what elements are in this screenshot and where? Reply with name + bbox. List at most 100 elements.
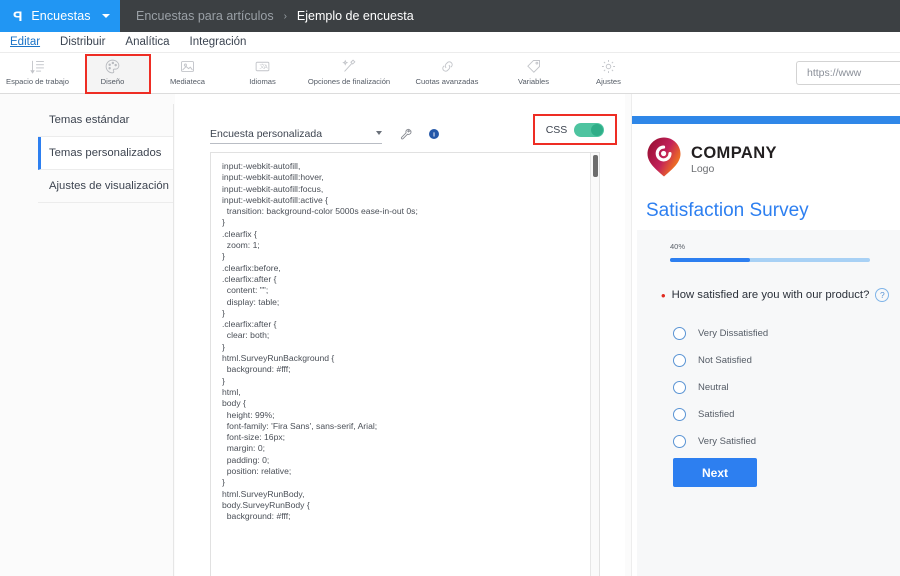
option-label: Not Satisfied bbox=[698, 355, 752, 366]
preview-logo: COMPANY Logo bbox=[646, 136, 777, 183]
chevron-down-icon[interactable] bbox=[101, 14, 110, 18]
menu-item-distribuir[interactable]: Distribuir bbox=[60, 36, 105, 48]
ribbon-label: Mediateca bbox=[169, 77, 206, 86]
image-library-icon bbox=[179, 57, 196, 75]
code-line: height: 99%; bbox=[222, 409, 275, 420]
wrench-icon[interactable] bbox=[400, 128, 413, 141]
radio-icon[interactable] bbox=[673, 408, 686, 421]
option-row[interactable]: Neutral bbox=[673, 374, 768, 401]
code-line: html.SurveyRunBody, bbox=[222, 488, 305, 499]
toggle-knob bbox=[591, 123, 604, 136]
menu-bar: Editar Distribuir Analítica Integración bbox=[0, 32, 900, 53]
code-line: input:-webkit-autofill:active { bbox=[222, 194, 329, 205]
magic-wand-icon bbox=[341, 57, 358, 75]
option-row[interactable]: Very Dissatisfied bbox=[673, 320, 768, 347]
option-label: Satisfied bbox=[698, 409, 735, 420]
main-content: Temas estándar Temas personalizados Ajus… bbox=[0, 94, 900, 576]
code-line: .clearfix:after { bbox=[222, 273, 277, 284]
ribbon-item-opciones-de-finalizacion[interactable]: Opciones de finalización bbox=[300, 53, 398, 86]
survey-title: Satisfaction Survey bbox=[646, 200, 809, 221]
code-line: } bbox=[222, 307, 225, 318]
code-scrollbar-thumb[interactable] bbox=[593, 155, 598, 177]
ribbon-label: Cuotas avanzadas bbox=[415, 77, 479, 86]
logo-subtitle: Logo bbox=[691, 163, 715, 175]
code-line: html, bbox=[222, 386, 241, 397]
code-line: body { bbox=[222, 398, 246, 409]
menu-item-editar[interactable]: Editar bbox=[10, 36, 40, 48]
option-row[interactable]: Not Satisfied bbox=[673, 347, 768, 374]
css-code-editor[interactable]: input:-webkit-autofill, input:-webkit-aut… bbox=[210, 152, 600, 576]
option-label: Very Dissatisfied bbox=[698, 328, 769, 339]
sidebar-item-label: Ajustes de visualización bbox=[49, 180, 169, 192]
help-circle-icon[interactable]: i bbox=[428, 128, 440, 140]
code-line: } bbox=[222, 477, 225, 488]
survey-preview-panel: COMPANY Logo Satisfaction Survey 40% • H… bbox=[631, 94, 900, 576]
chevron-down-icon bbox=[376, 130, 382, 135]
code-line: body.SurveyRunBody { bbox=[222, 499, 310, 510]
menu-item-integracion[interactable]: Integración bbox=[190, 36, 247, 48]
css-editor-panel: Encuesta personalizada i CSS input:-webk… bbox=[175, 94, 625, 576]
code-line: .clearfix { bbox=[222, 228, 257, 239]
option-label: Very Satisfied bbox=[698, 436, 757, 447]
theme-select-value: Encuesta personalizada bbox=[210, 127, 323, 140]
theme-select[interactable]: Encuesta personalizada bbox=[210, 124, 382, 144]
code-line: transition: background-color 5000s ease-… bbox=[222, 206, 418, 217]
ribbon-label: Idiomas bbox=[249, 77, 276, 86]
css-toggle-label: CSS bbox=[545, 123, 568, 136]
ribbon-toolbar: Espacio de trabajo Diseño Mediateca 文 A … bbox=[0, 53, 900, 94]
option-label: Neutral bbox=[698, 382, 729, 393]
code-line: padding: 0; bbox=[222, 454, 270, 465]
question-help-icon[interactable]: ? bbox=[875, 288, 890, 302]
option-row[interactable]: Satisfied bbox=[673, 401, 768, 428]
code-line: margin: 0; bbox=[222, 443, 265, 454]
radio-icon[interactable] bbox=[673, 354, 686, 367]
ribbon-item-mediateca[interactable]: Mediateca bbox=[150, 53, 225, 86]
preview-accent-bar bbox=[632, 116, 900, 124]
code-line: font-size: 16px; bbox=[222, 432, 286, 443]
ribbon-item-idiomas[interactable]: 文 A Idiomas bbox=[225, 53, 300, 86]
code-line: input:-webkit-autofill:focus, bbox=[222, 183, 324, 194]
top-bar: P Encuestas Encuestas para artículos › E… bbox=[0, 0, 900, 32]
progress-label: 40% bbox=[670, 242, 686, 251]
ribbon-label: Ajustes bbox=[596, 77, 621, 86]
sidebar-item-temas-personalizados[interactable]: Temas personalizados bbox=[38, 137, 173, 170]
breadcrumb-separator-icon: › bbox=[283, 10, 287, 22]
next-button[interactable]: Next bbox=[673, 458, 757, 487]
ribbon-item-cuotas-avanzadas[interactable]: Cuotas avanzadas bbox=[398, 53, 496, 86]
ribbon-label: Diseño bbox=[100, 77, 125, 86]
menu-item-analitica[interactable]: Analítica bbox=[125, 36, 169, 48]
sidebar-item-label: Temas estándar bbox=[49, 114, 130, 126]
css-toggle-switch[interactable] bbox=[574, 122, 605, 137]
option-row[interactable]: Very Satisfied bbox=[673, 428, 768, 455]
code-line: .clearfix:after { bbox=[222, 319, 277, 330]
code-line: .clearfix:before, bbox=[222, 262, 281, 273]
ribbon-item-espacio-de-trabajo[interactable]: Espacio de trabajo bbox=[0, 53, 75, 86]
breadcrumb-parent[interactable]: Encuestas para artículos bbox=[136, 9, 274, 23]
brand-label: Encuestas bbox=[31, 9, 91, 23]
code-line: background: #fff; bbox=[222, 364, 291, 375]
sidebar-item-ajustes-de-visualizacion[interactable]: Ajustes de visualización bbox=[38, 170, 173, 203]
css-toggle-highlight: CSS bbox=[533, 114, 617, 145]
url-input[interactable]: https://www bbox=[796, 61, 900, 85]
ribbon-label: Variables bbox=[517, 77, 550, 86]
ribbon-item-ajustes[interactable]: Ajustes bbox=[571, 53, 646, 86]
chain-link-icon bbox=[439, 57, 456, 75]
radio-icon[interactable] bbox=[673, 435, 686, 448]
radio-icon[interactable] bbox=[673, 327, 686, 340]
sidebar-item-temas-estandar[interactable]: Temas estándar bbox=[38, 104, 173, 137]
ribbon-item-diseno[interactable]: Diseño bbox=[75, 53, 150, 86]
code-line: } bbox=[222, 375, 225, 386]
survey-card: 40% • How satisfied are you with our pro… bbox=[637, 230, 900, 576]
code-scrollbar[interactable] bbox=[590, 153, 599, 576]
code-line: zoom: 1; bbox=[222, 240, 260, 251]
code-line: background: #fff; bbox=[222, 511, 291, 522]
css-code-lines: input:-webkit-autofill, input:-webkit-aut… bbox=[211, 153, 583, 576]
ribbon-label: Opciones de finalización bbox=[307, 77, 391, 86]
ribbon-item-variables[interactable]: Variables bbox=[496, 53, 571, 86]
radio-icon[interactable] bbox=[673, 381, 686, 394]
gear-icon bbox=[600, 57, 617, 75]
svg-text:A: A bbox=[264, 64, 268, 70]
brand-home-button[interactable]: P Encuestas bbox=[0, 0, 120, 32]
sidebar-item-label: Temas personalizados bbox=[49, 147, 162, 159]
required-marker: • bbox=[661, 287, 666, 303]
